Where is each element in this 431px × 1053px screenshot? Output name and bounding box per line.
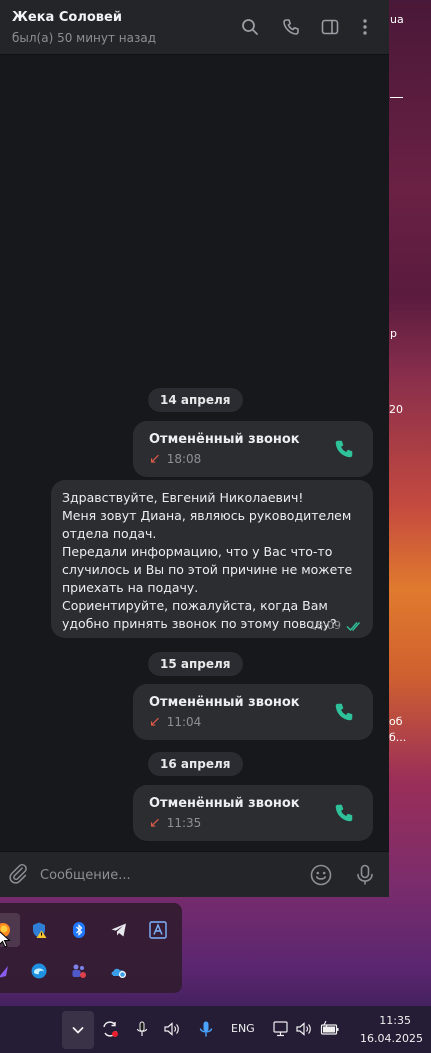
message-time: 18:09 [309, 619, 341, 632]
chevron-down-icon [72, 1027, 84, 1034]
clock-time[interactable]: 11:35 [379, 1014, 411, 1027]
call-meta: ↙ 11:35 [149, 816, 201, 830]
chat-header[interactable]: Жека Соловей был(а) 50 минут назад [0, 0, 389, 55]
call-bubble[interactable]: Отменённый звонок ↙ 18:08 [133, 421, 373, 477]
microphone-muted-icon[interactable] [133, 1020, 151, 1038]
date-separator: 16 апреля [148, 752, 243, 776]
onedrive-icon[interactable] [110, 962, 128, 980]
edge-icon[interactable] [30, 962, 48, 980]
microphone-icon[interactable] [353, 863, 377, 887]
app-icon[interactable] [0, 962, 10, 980]
emoji-icon[interactable] [309, 863, 333, 887]
call-time: 18:08 [166, 452, 202, 466]
bluetooth-icon[interactable] [70, 921, 88, 939]
call-title: Отменённый звонок [149, 695, 300, 710]
tray-overflow-popup [0, 903, 182, 993]
call-time: 11:04 [166, 715, 202, 729]
call-bubble[interactable]: Отменённый звонок ↙ 11:04 [133, 684, 373, 740]
message-bubble[interactable]: Здравствуйте, Евгений Николаевич! Меня з… [51, 480, 373, 638]
desktop-divider [390, 97, 403, 98]
desktop-label: б... [389, 731, 407, 744]
mouse-cursor-icon [0, 931, 11, 948]
contact-status: был(а) 50 минут назад [12, 31, 156, 45]
desktop-label: ua [390, 13, 404, 26]
show-hidden-icons-button[interactable] [62, 1011, 94, 1049]
desktop-label: р [390, 327, 397, 340]
missed-call-arrow-icon: ↙ [149, 815, 161, 831]
telegram-window: Жека Соловей был(а) 50 минут назад 14 ап… [0, 0, 389, 897]
call-back-icon[interactable] [333, 701, 355, 723]
windows-security-warning-icon[interactable] [30, 921, 48, 939]
call-title: Отменённый звонок [149, 796, 300, 811]
volume-icon[interactable] [163, 1020, 181, 1038]
missed-call-arrow-icon: ↙ [149, 714, 161, 730]
clock-date[interactable]: 16.04.2025 [360, 1032, 423, 1045]
voice-input-icon[interactable] [197, 1020, 215, 1038]
call-bubble[interactable]: Отменённый звонок ↙ 11:35 [133, 785, 373, 841]
battery-charging-icon[interactable] [320, 1020, 340, 1038]
more-options-icon[interactable] [353, 15, 377, 39]
message-text: Здравствуйте, Евгений Николаевич! Меня з… [62, 490, 353, 631]
teams-icon[interactable] [70, 962, 88, 980]
message-list[interactable]: 14 апреля Отменённый звонок ↙ 18:08 Здра… [0, 56, 389, 851]
call-title: Отменённый звонок [149, 432, 300, 447]
call-time: 11:35 [166, 816, 202, 830]
call-back-icon[interactable] [333, 802, 355, 824]
message-input[interactable] [40, 862, 290, 888]
date-separator: 15 апреля [148, 652, 243, 676]
desktop-label: об [389, 715, 403, 728]
speaker-icon[interactable] [295, 1020, 313, 1038]
search-icon[interactable] [238, 15, 262, 39]
text-input-icon[interactable] [149, 921, 167, 939]
telegram-icon[interactable] [110, 921, 128, 939]
call-back-icon[interactable] [333, 438, 355, 460]
input-language[interactable]: ENG [231, 1022, 255, 1035]
date-separator: 14 апреля [148, 388, 243, 412]
attach-icon[interactable] [7, 863, 31, 887]
desktop-label: 20 [389, 403, 403, 416]
call-meta: ↙ 18:08 [149, 452, 201, 466]
sidebar-toggle-icon[interactable] [318, 15, 342, 39]
network-icon[interactable] [272, 1020, 290, 1038]
taskbar: ENG 11:35 16.04.2025 [0, 1006, 431, 1053]
sync-icon[interactable] [101, 1020, 119, 1038]
contact-name[interactable]: Жека Соловей [12, 10, 122, 25]
phone-call-icon[interactable] [279, 15, 303, 39]
call-meta: ↙ 11:04 [149, 715, 201, 729]
message-composer [0, 851, 389, 897]
read-checkmarks-icon [346, 622, 361, 632]
missed-call-arrow-icon: ↙ [149, 451, 161, 467]
